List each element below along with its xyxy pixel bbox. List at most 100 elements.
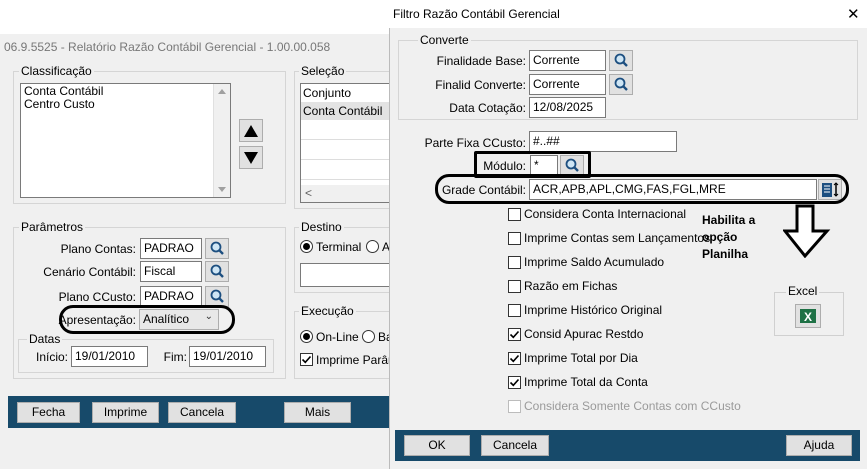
search-icon <box>614 53 628 67</box>
triangle-down-icon <box>244 152 258 164</box>
finalid-converte-search-button[interactable] <box>609 74 633 95</box>
option-label: Considera Conta Internacional <box>524 207 687 221</box>
cenario-search-button[interactable] <box>205 261 229 282</box>
annotation-text: Habilita a opção Planilha <box>702 213 756 261</box>
list-item[interactable]: Centro Custo <box>21 98 230 111</box>
imprime-parametros-checkbox[interactable] <box>300 353 313 366</box>
parte-fixa-label: Parte Fixa CCusto: <box>424 136 526 150</box>
option-checkbox[interactable] <box>508 256 521 269</box>
finalidade-base-label: Finalidade Base: <box>436 54 526 68</box>
report-window-titlebar <box>0 0 392 34</box>
selecao-label: Seleção <box>299 64 347 78</box>
data-cotacao-field[interactable]: 12/08/2025 <box>529 97 606 118</box>
option-checkbox[interactable] <box>508 328 521 341</box>
excel-icon: X <box>800 309 816 324</box>
list-item[interactable] <box>301 120 392 140</box>
apresentacao-highlight <box>59 305 235 334</box>
cenario-field[interactable]: Fiscal <box>140 261 202 282</box>
option-label: Imprime Histórico Original <box>524 303 663 317</box>
plano-ccusto-label: Plano CCusto: <box>58 290 136 304</box>
plano-ccusto-search-button[interactable] <box>205 286 229 307</box>
plano-contas-search-button[interactable] <box>205 238 229 259</box>
option-label: Considera Somente Contas com CCusto <box>524 399 741 413</box>
cenario-label: Cenário Contábil: <box>43 265 136 279</box>
svg-text:X: X <box>804 310 812 324</box>
option-checkbox[interactable] <box>508 376 521 389</box>
option-label: Imprime Total por Dia <box>524 351 638 365</box>
option-checkbox[interactable] <box>508 400 521 413</box>
option-checkbox[interactable] <box>508 208 521 221</box>
scroll-down-arrow-icon[interactable] <box>218 187 226 192</box>
filter-dialog-title: Filtro Razão Contábil Gerencial <box>393 7 560 21</box>
option-label: Imprime Contas sem Lançamentos <box>524 231 711 245</box>
option-label: Consid Apurac Restdo <box>524 327 644 341</box>
plano-ccusto-field[interactable]: PADRAO <box>140 286 202 307</box>
option-label: Imprime Saldo Acumulado <box>524 255 665 269</box>
destino-path-field[interactable] <box>300 263 392 287</box>
datas-label: Datas <box>27 332 63 346</box>
option-checkbox[interactable] <box>508 280 521 293</box>
execucao-label: Execução <box>299 304 356 318</box>
inicio-label: Início: <box>35 350 68 364</box>
data-cotacao-label: Data Cotação: <box>449 101 526 115</box>
ajuda-button[interactable]: Ajuda <box>786 435 852 456</box>
check-icon <box>509 378 520 387</box>
online-radio[interactable] <box>300 330 313 343</box>
search-icon <box>614 77 628 91</box>
option-checkbox[interactable] <box>508 352 521 365</box>
destino-label: Destino <box>299 220 344 234</box>
list-item[interactable] <box>301 160 392 180</box>
selecao-list[interactable]: Conjunto Conta Contábil < <box>300 83 392 203</box>
dialog-cancela-button[interactable]: Cancela <box>481 435 549 456</box>
scroll-left-arrow-icon[interactable]: < <box>305 186 312 200</box>
plano-contas-field[interactable]: PADRAO <box>140 238 202 259</box>
option-label: Imprime Total da Conta <box>524 375 648 389</box>
fim-date-field[interactable]: 19/01/2010 <box>189 346 266 367</box>
execucao-group <box>294 311 392 379</box>
triangle-up-icon <box>244 125 258 137</box>
terminal-radio[interactable] <box>300 240 313 253</box>
terminal-label: Terminal <box>316 240 362 254</box>
check-icon <box>509 354 520 363</box>
imprime-button[interactable]: Imprime <box>92 402 159 423</box>
down-arrow-annotation-icon <box>783 204 831 258</box>
report-window-title: 06.9.5525 - Relatório Razão Contábil Ger… <box>4 40 331 54</box>
parametros-label: Parâmetros <box>19 220 86 234</box>
check-icon <box>509 330 520 339</box>
option-checkbox[interactable] <box>508 232 521 245</box>
horizontal-scrollbar[interactable]: < <box>301 185 392 202</box>
finalid-converte-field[interactable]: Corrente <box>529 74 606 95</box>
inicio-date-field[interactable]: 19/01/2010 <box>71 346 148 367</box>
close-icon[interactable]: ✕ <box>847 5 860 23</box>
fim-label: Fim: <box>163 350 187 364</box>
online-label: On-Line <box>316 330 359 344</box>
search-icon <box>210 241 224 255</box>
move-down-button[interactable] <box>239 146 263 169</box>
scroll-up-arrow-icon[interactable] <box>218 89 226 94</box>
option-checkbox[interactable] <box>508 304 521 317</box>
list-item[interactable] <box>301 140 392 160</box>
converte-label: Converte <box>418 33 471 47</box>
fecha-button[interactable]: Fecha <box>17 402 80 423</box>
excel-button[interactable]: X <box>795 304 821 328</box>
classificacao-list[interactable]: Conta Contábil Centro Custo <box>20 83 231 198</box>
parte-fixa-field[interactable]: #..## <box>529 131 677 152</box>
plano-contas-label: Plano Contas: <box>60 242 136 256</box>
move-up-button[interactable] <box>239 119 263 142</box>
list-item[interactable]: Conta Contábil <box>301 102 392 120</box>
option-label: Razão em Fichas <box>524 279 618 293</box>
finalidade-base-field[interactable]: Corrente <box>529 50 606 71</box>
classificacao-label: Classificação <box>19 64 94 78</box>
batch-radio[interactable] <box>362 330 375 343</box>
destino-other-radio[interactable] <box>366 240 379 253</box>
search-icon <box>210 289 224 303</box>
finalid-converte-label: Finalid Converte: <box>435 78 526 92</box>
grade-contabil-highlight <box>435 174 849 204</box>
mais-button[interactable]: Mais <box>284 402 351 423</box>
excel-label: Excel <box>786 284 820 298</box>
list-scrollbar[interactable] <box>213 84 230 197</box>
cancela-button[interactable]: Cancela <box>168 402 236 423</box>
finalidade-base-search-button[interactable] <box>609 50 633 71</box>
ok-button[interactable]: OK <box>404 435 470 456</box>
list-item[interactable]: Conjunto <box>301 84 392 102</box>
